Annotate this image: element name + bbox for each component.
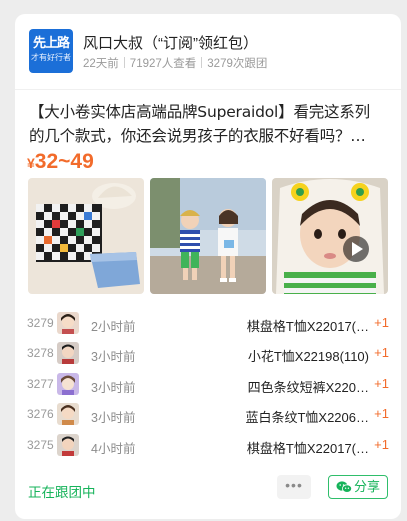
child-video-image xyxy=(272,178,388,294)
order-item: 四色条纹短裤X220… xyxy=(247,380,369,395)
order-item: 棋盘格T恤X22017(… xyxy=(246,441,369,456)
order-time: 3小时前 xyxy=(91,411,136,425)
order-row[interactable]: 3278 3小时前 小花T恤X22198(110) +1 xyxy=(15,340,401,370)
price-symbol: ¥ xyxy=(27,155,35,171)
order-count: +1 xyxy=(374,376,389,391)
post-meta: 22天前 71927人查看 3279次跟团 xyxy=(83,55,267,71)
play-icon xyxy=(343,236,369,262)
share-label: 分享 xyxy=(353,479,380,494)
wechat-icon xyxy=(336,481,352,493)
meta-divider xyxy=(201,57,203,68)
meta-divider xyxy=(123,57,125,68)
buyer-avatar xyxy=(57,373,79,395)
photo-checkered-tshirt[interactable] xyxy=(28,178,144,294)
order-number: 3279 xyxy=(27,316,54,330)
kids-walking-image xyxy=(150,178,266,294)
post-description[interactable]: 【大小卷实体店高端品牌Superaidol】看完这系列的几个款式，你还会说男孩子… xyxy=(29,100,385,148)
order-time: 4小时前 xyxy=(91,442,136,456)
header-divider xyxy=(15,89,401,90)
checkered-tshirt-image xyxy=(28,178,144,294)
order-time: 3小时前 xyxy=(91,350,136,364)
avatar-text-sub: 才有好行者 xyxy=(31,53,71,62)
follow-count: 3279次跟团 xyxy=(207,58,268,70)
order-number: 3277 xyxy=(27,377,54,391)
buyer-avatar xyxy=(57,342,79,364)
order-number: 3276 xyxy=(27,407,54,421)
order-row[interactable]: 3275 4小时前 棋盘格T恤X22017(… +1 xyxy=(15,432,401,462)
order-row[interactable]: 3276 3小时前 蓝白条纹T恤X2206… +1 xyxy=(15,401,401,431)
view-count: 71927人查看 xyxy=(129,58,197,70)
order-count: +1 xyxy=(374,345,389,360)
shop-header[interactable]: 先上路 才有好行者 风口大叔（“订阅”领红包） 22天前 71927人查看 3279… xyxy=(29,29,391,77)
shop-avatar[interactable]: 先上路 才有好行者 xyxy=(29,29,73,73)
buyer-avatar xyxy=(57,434,79,456)
more-button[interactable]: ••• xyxy=(277,475,311,499)
post-time: 22天前 xyxy=(83,58,119,70)
price-range: ¥32~49 xyxy=(27,150,94,174)
order-time: 3小时前 xyxy=(91,381,136,395)
buyer-avatar xyxy=(57,403,79,425)
avatar-text-main: 先上路 xyxy=(32,35,70,50)
shop-name[interactable]: 风口大叔（“订阅”领红包） xyxy=(83,32,258,53)
order-number: 3275 xyxy=(27,438,54,452)
following-status[interactable]: 正在跟团中 xyxy=(28,481,96,501)
order-item: 小花T恤X22198(110) xyxy=(247,349,369,364)
group-buy-card[interactable]: 先上路 才有好行者 风口大叔（“订阅”领红包） 22天前 71927人查看 3279… xyxy=(15,14,401,519)
order-number: 3278 xyxy=(27,346,54,360)
order-item: 棋盘格T恤X22017(… xyxy=(246,319,369,334)
order-row[interactable]: 3277 3小时前 四色条纹短裤X220… +1 xyxy=(15,371,401,401)
order-time: 2小时前 xyxy=(91,320,136,334)
buyer-avatar xyxy=(57,312,79,334)
order-count: +1 xyxy=(374,315,389,330)
order-item: 蓝白条纹T恤X2206… xyxy=(245,410,369,425)
order-count: +1 xyxy=(374,406,389,421)
photo-child-video[interactable] xyxy=(272,178,388,294)
photo-kids-walking[interactable] xyxy=(150,178,266,294)
order-count: +1 xyxy=(374,437,389,452)
price-value: 32~49 xyxy=(34,150,94,173)
share-button[interactable]: 分享 xyxy=(328,475,388,499)
order-row[interactable]: 3279 2小时前 棋盘格T恤X22017(… +1 xyxy=(15,310,401,340)
